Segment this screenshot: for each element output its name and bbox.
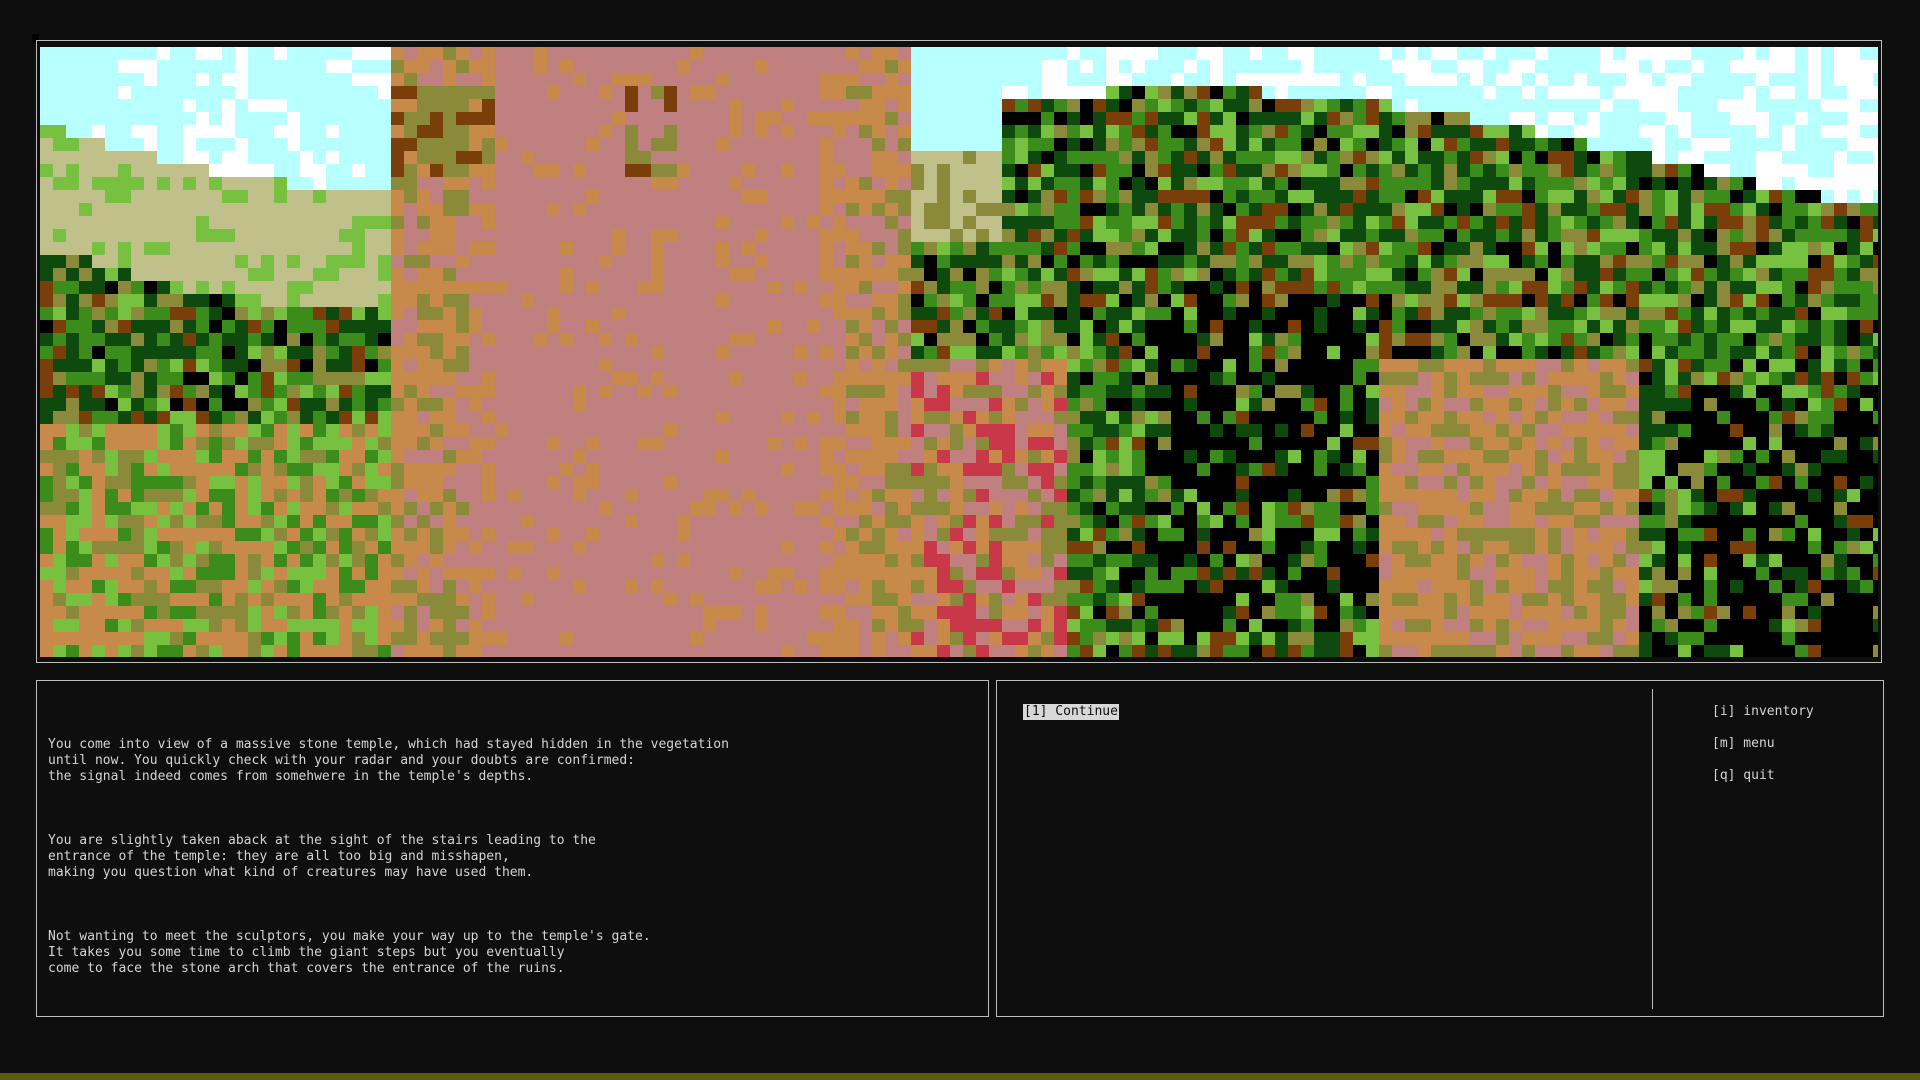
temple-scene-image bbox=[40, 47, 1878, 657]
hotkey-quit[interactable]: [q] quit bbox=[1712, 768, 1814, 784]
choice-list: [1] Continue bbox=[1023, 704, 1119, 736]
story-panel: You come into view of a massive stone te… bbox=[36, 680, 989, 1017]
story-text: You come into view of a massive stone te… bbox=[48, 705, 978, 1025]
hotkey-list: [i] inventory [m] menu [q] quit bbox=[1712, 704, 1814, 800]
hotkey-menu[interactable]: [m] menu bbox=[1712, 736, 1814, 752]
story-paragraph-2: You are slightly taken aback at the sigh… bbox=[48, 833, 596, 880]
hotkey-inventory[interactable]: [i] inventory bbox=[1712, 704, 1814, 720]
story-paragraph-1: You come into view of a massive stone te… bbox=[48, 737, 729, 784]
panel-divider bbox=[1652, 689, 1653, 1009]
story-paragraph-3: Not wanting to meet the sculptors, you m… bbox=[48, 929, 651, 976]
choice-continue[interactable]: [1] Continue bbox=[1023, 704, 1119, 720]
choices-panel: [1] Continue [i] inventory [m] menu [q] … bbox=[996, 680, 1884, 1017]
bottom-status-bar bbox=[0, 1073, 1920, 1080]
